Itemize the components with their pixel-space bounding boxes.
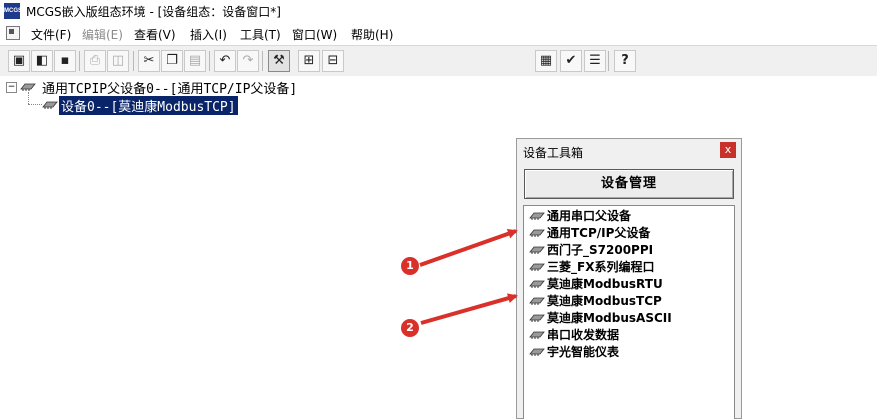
check-icon[interactable]: ✔ [560,50,582,72]
tree-child-label[interactable]: 设备0--[莫迪康ModbusTCP] [59,96,238,115]
list-item-label: 莫迪康ModbusTCP [547,294,662,308]
device-toolbox-dialog: 设备工具箱 x 设备管理 通用串口父设备 通用TCP/IP父设备 西门子_S72… [516,138,742,419]
list-item[interactable]: 莫迪康ModbusRTU [527,276,727,292]
print-icon[interactable]: ⎙ [84,50,106,72]
list-item-label: 莫迪康ModbusASCII [547,311,672,325]
list-item-label: 通用TCP/IP父设备 [547,226,651,240]
copy-icon[interactable]: ❐ [161,50,183,72]
device-icon [529,297,545,305]
menu-bar: 文件(F) 编辑(E) 查看(V) 插入(I) 工具(T) 窗口(W) 帮助(H… [0,23,877,43]
list-item-label: 通用串口父设备 [547,209,632,223]
device-icon [529,246,545,254]
save-icon[interactable]: ▪ [54,50,76,72]
list-item[interactable]: 西门子_S7200PPI [527,242,727,258]
device-icon [529,263,545,271]
toolbar-separator [133,51,134,71]
list-item[interactable]: 莫迪康ModbusTCP [527,293,727,309]
device-tree-icon[interactable]: ⊞ [298,50,320,72]
device-icon [529,348,545,356]
list-item[interactable]: 串口收发数据 [527,327,727,343]
new-window-icon[interactable]: ▣ [8,50,30,72]
list-item-label: 莫迪康ModbusRTU [547,277,663,291]
list-item[interactable]: 宇光智能仪表 [527,344,727,360]
window-title: MCGS嵌入版组态环境 - [设备组态：设备窗口*] [26,5,281,19]
device-icon [20,83,36,91]
list-item[interactable]: 通用串口父设备 [527,208,727,224]
device-icon [42,101,58,109]
print-preview-icon[interactable]: ◫ [107,50,129,72]
tree-connector [28,92,30,104]
list-item[interactable]: 莫迪康ModbusASCII [527,310,727,326]
list-item[interactable]: 三菱_FX系列编程口 [527,259,727,275]
device-icon [529,331,545,339]
device-icon [529,280,545,288]
title-bar: MCGS MCGS嵌入版组态环境 - [设备组态：设备窗口*] [0,0,877,22]
dialog-title: 设备工具箱 [523,146,584,160]
toolbar-separator [262,51,263,71]
tree-root-label[interactable]: 通用TCPIP父设备0--[通用TCP/IP父设备] [42,78,297,97]
tree-connector [28,104,42,106]
menu-tools[interactable]: 工具(T) [240,26,281,43]
list-icon[interactable]: ☰ [584,50,606,72]
toolbar-separator [79,51,80,71]
toolbar-separator [608,51,609,71]
menu-file[interactable]: 文件(F) [31,26,71,43]
redo-icon[interactable]: ↷ [237,50,259,72]
device-tree-add-icon[interactable]: ⊟ [322,50,344,72]
list-item-label: 宇光智能仪表 [547,345,620,359]
menu-view[interactable]: 查看(V) [134,26,176,43]
device-tree: − 通用TCPIP父设备0--[通用TCP/IP父设备] 设备0--[莫迪康Mo… [0,76,877,417]
paste-icon[interactable]: ▤ [184,50,206,72]
menu-help[interactable]: 帮助(H) [351,26,393,43]
tools-icon[interactable]: ⚒ [268,50,290,72]
open-icon[interactable]: ◧ [31,50,53,72]
close-icon[interactable]: x [720,142,736,158]
menu-edit[interactable]: 编辑(E) [82,26,123,43]
cut-icon[interactable]: ✂ [138,50,160,72]
device-manage-button[interactable]: 设备管理 [524,169,734,199]
undo-icon[interactable]: ↶ [214,50,236,72]
properties-icon[interactable]: ▦ [535,50,557,72]
list-item[interactable]: 通用TCP/IP父设备 [527,225,727,241]
list-item-label: 三菱_FX系列编程口 [547,260,655,274]
toolbar: ▣ ◧ ▪ ⎙ ◫ ✂ ❐ ▤ ↶ ↷ ⚒ ⊞ ⊟ ▦ ✔ ☰ ? [0,45,877,77]
annotation-badge-1: 1 [401,257,419,275]
menu-insert[interactable]: 插入(I) [190,26,227,43]
list-item-label: 西门子_S7200PPI [547,243,654,257]
help-icon[interactable]: ? [614,50,636,72]
menu-window[interactable]: 窗口(W) [292,26,337,43]
device-icon [529,212,545,220]
mcgs-app-icon: MCGS [4,3,22,19]
device-list: 通用串口父设备 通用TCP/IP父设备 西门子_S7200PPI 三菱_FX系列… [523,205,735,419]
device-icon [529,229,545,237]
tree-collapse-icon[interactable]: − [6,82,17,93]
toolbar-separator [209,51,210,71]
device-icon [529,314,545,322]
system-menu-icon[interactable] [6,26,20,40]
annotation-badge-2: 2 [401,319,419,337]
list-item-label: 串口收发数据 [547,328,620,342]
